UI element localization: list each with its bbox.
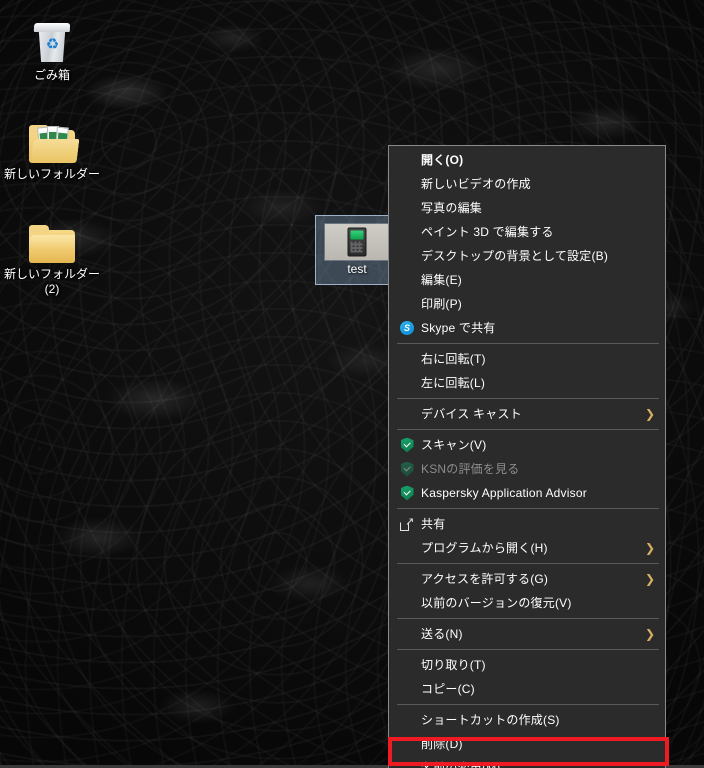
menu-item[interactable]: S Skype で共有 [389, 316, 665, 340]
menu-item: KSNの評価を見る [389, 457, 665, 481]
chevron-right-icon: ❯ [644, 572, 655, 586]
menu-item-label: 共有 [421, 517, 446, 531]
menu-item-icon-blank [397, 680, 417, 698]
folder-icon [2, 213, 102, 263]
menu-item-icon-blank [397, 247, 417, 265]
menu-item-label: 右に回転(T) [421, 352, 486, 366]
desktop-file-label: test [347, 262, 367, 276]
menu-item-icon-blank [397, 374, 417, 392]
chevron-right-icon: ❯ [644, 407, 655, 421]
menu-item[interactable]: デバイス キャスト ❯ [389, 402, 665, 426]
menu-item-icon-blank [397, 711, 417, 729]
menu-item[interactable]: プログラムから開く(H) ❯ [389, 536, 665, 560]
desktop-icon-label: ごみ箱 [33, 68, 70, 82]
menu-item-label: 削除(D) [421, 737, 463, 751]
desktop-icon-new-folder[interactable]: 新しいフォルダー [2, 113, 102, 182]
menu-item-label: デバイス キャスト [421, 407, 522, 421]
menu-item[interactable]: ↗ 共有 [389, 512, 665, 536]
menu-item[interactable]: スキャン(V) [389, 433, 665, 457]
menu-separator [397, 704, 659, 705]
menu-item[interactable]: 開く(O) [389, 148, 665, 172]
menu-item-label: 左に回転(L) [421, 376, 486, 390]
skype-icon: S [397, 319, 417, 337]
menu-item-label: アクセスを許可する(G) [421, 572, 549, 586]
menu-item-icon-blank [397, 759, 417, 768]
menu-item[interactable]: 右に回転(T) [389, 347, 665, 371]
desktop-icon-label: 新しいフォルダー [4, 167, 101, 181]
menu-item-icon-blank [397, 271, 417, 289]
folder-open-icon [2, 113, 102, 163]
menu-item[interactable]: 名前の変更(M) [389, 756, 665, 768]
menu-item[interactable]: アクセスを許可する(G) ❯ [389, 567, 665, 591]
menu-item[interactable]: デスクトップの背景として設定(B) [389, 244, 665, 268]
menu-item-icon-blank [397, 405, 417, 423]
menu-item-label: 以前のバージョンの復元(V) [421, 596, 572, 610]
menu-item-label: コピー(C) [421, 682, 475, 696]
menu-item-label: 写真の編集 [421, 201, 483, 215]
menu-item-icon-blank [397, 223, 417, 241]
menu-item-label: 編集(E) [421, 273, 462, 287]
menu-item-label: 切り取り(T) [421, 658, 486, 672]
menu-item[interactable]: 写真の編集 [389, 196, 665, 220]
menu-item-label: Skype で共有 [421, 321, 496, 335]
menu-item-label: 送る(N) [421, 627, 463, 641]
desktop-file-test[interactable]: test [315, 215, 399, 285]
share-icon: ↗ [397, 515, 417, 533]
menu-item-icon-blank [397, 350, 417, 368]
menu-item-icon-blank [397, 199, 417, 217]
menu-item-icon-blank [397, 539, 417, 557]
menu-item-label: ペイント 3D で編集する [421, 225, 554, 239]
desktop-screen: ♻ ごみ箱 新しいフォルダー 新しいフォルダー (2) test 開く(O) 新… [0, 0, 704, 768]
menu-item-label: デスクトップの背景として設定(B) [421, 249, 609, 263]
menu-separator [397, 398, 659, 399]
menu-separator [397, 649, 659, 650]
chevron-right-icon: ❯ [644, 627, 655, 641]
desktop-icon-new-folder-2[interactable]: 新しいフォルダー (2) [2, 213, 102, 297]
chevron-right-icon: ❯ [644, 541, 655, 555]
file-context-menu[interactable]: 開く(O) 新しいビデオの作成 写真の編集ペイント 3D で編集するデスクトップの背… [388, 145, 666, 768]
menu-item-label: 印刷(P) [421, 297, 462, 311]
menu-item[interactable]: 印刷(P) [389, 292, 665, 316]
menu-item-label: 名前の変更(M) [421, 761, 501, 768]
menu-separator [397, 429, 659, 430]
menu-item[interactable]: 削除(D) [389, 732, 665, 756]
recycle-bin-icon: ♻ [2, 14, 102, 64]
menu-item-label: ショートカットの作成(S) [421, 713, 560, 727]
menu-item[interactable]: 切り取り(T) [389, 653, 665, 677]
menu-item-icon-blank [397, 656, 417, 674]
menu-item-icon-blank [397, 175, 417, 193]
menu-separator [397, 508, 659, 509]
menu-item[interactable]: コピー(C) [389, 677, 665, 701]
menu-item-icon-blank [397, 594, 417, 612]
desktop-icon-recycle-bin[interactable]: ♻ ごみ箱 [2, 14, 102, 83]
menu-item-icon-blank [397, 735, 417, 753]
menu-item-icon-blank [397, 151, 417, 169]
menu-separator [397, 618, 659, 619]
menu-item[interactable]: 新しいビデオの作成 [389, 172, 665, 196]
menu-separator [397, 343, 659, 344]
menu-item[interactable]: ショートカットの作成(S) [389, 708, 665, 732]
menu-item-label: Kaspersky Application Advisor [421, 486, 587, 500]
desktop-icon-label: 新しいフォルダー (2) [4, 267, 101, 296]
menu-item[interactable]: 編集(E) [389, 268, 665, 292]
menu-item-label: KSNの評価を見る [421, 462, 520, 476]
menu-item-icon-blank [397, 625, 417, 643]
kaspersky-shield-icon [397, 436, 417, 454]
menu-item-label: 開く(O) [421, 153, 464, 167]
menu-item[interactable]: 送る(N) ❯ [389, 622, 665, 646]
menu-item-icon-blank [397, 295, 417, 313]
kaspersky-shield-icon [397, 460, 417, 478]
menu-separator [397, 563, 659, 564]
menu-item[interactable]: ペイント 3D で編集する [389, 220, 665, 244]
menu-item-label: 新しいビデオの作成 [421, 177, 531, 191]
image-thumbnail-icon [325, 224, 389, 260]
menu-item-icon-blank [397, 570, 417, 588]
menu-item[interactable]: Kaspersky Application Advisor [389, 481, 665, 505]
kaspersky-shield-icon [397, 484, 417, 502]
menu-item[interactable]: 以前のバージョンの復元(V) [389, 591, 665, 615]
menu-item-label: プログラムから開く(H) [421, 541, 548, 555]
menu-item[interactable]: 左に回転(L) [389, 371, 665, 395]
menu-item-label: スキャン(V) [421, 438, 487, 452]
